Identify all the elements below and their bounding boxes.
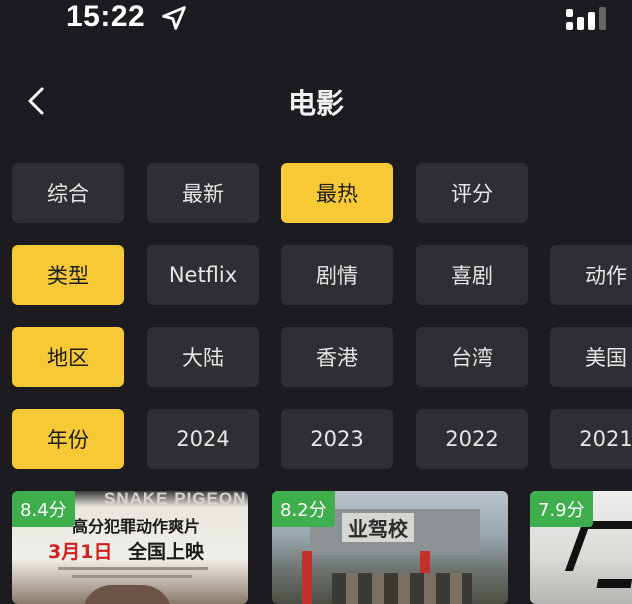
region-chip-taiwan[interactable]: 台湾	[416, 327, 528, 387]
movie-card[interactable]: SNAKE PIGEON 高分犯罪动作爽片 3月1日 全国上映 8.4分	[12, 491, 248, 604]
region-row-label: 地区	[12, 327, 124, 387]
type-chip-netflix[interactable]: Netflix	[147, 245, 259, 305]
movie-card[interactable]: 业驾校 8.2分	[272, 491, 508, 604]
status-time: 15:22	[66, 0, 146, 33]
sort-chip-comprehensive[interactable]: 综合	[12, 163, 124, 223]
sort-chip-rating[interactable]: 评分	[416, 163, 528, 223]
poster-banner	[302, 551, 312, 604]
sort-chip-hottest[interactable]: 最热	[281, 163, 393, 223]
type-chip-action[interactable]: 动作	[550, 245, 632, 305]
region-filter-row: 地区 大陆 香港 台湾 美国	[0, 327, 632, 387]
score-badge: 7.9分	[530, 491, 593, 527]
poster-sign: 业驾校	[342, 513, 414, 542]
year-chip-2023[interactable]: 2023	[281, 409, 393, 469]
poster-credits	[72, 575, 192, 578]
region-chip-usa[interactable]: 美国	[550, 327, 632, 387]
location-arrow-icon	[162, 6, 186, 30]
sort-filter-row: 综合 最新 最热 评分	[0, 163, 632, 223]
movie-grid: SNAKE PIGEON 高分犯罪动作爽片 3月1日 全国上映 8.4分 业驾校…	[0, 491, 632, 604]
poster-title: SNAKE PIGEON	[104, 491, 247, 508]
poster-tagline: 高分犯罪动作爽片	[72, 517, 201, 536]
year-filter-row: 年份 2024 2023 2022 2021	[0, 409, 632, 469]
year-chip-2021[interactable]: 2021	[550, 409, 632, 469]
poster-release-date: 3月1日	[48, 541, 113, 563]
region-chip-hongkong[interactable]: 香港	[281, 327, 393, 387]
page-title: 电影	[287, 87, 344, 120]
score-badge: 8.2分	[272, 491, 335, 527]
year-chip-2022[interactable]: 2022	[416, 409, 528, 469]
score-badge: 8.4分	[12, 491, 75, 527]
type-filter-row: 类型 Netflix 剧情 喜剧 动作	[0, 245, 632, 305]
year-row-label: 年份	[12, 409, 124, 469]
region-chip-mainland[interactable]: 大陆	[147, 327, 259, 387]
type-chip-drama[interactable]: 剧情	[281, 245, 393, 305]
sort-chip-latest[interactable]: 最新	[147, 163, 259, 223]
movie-card[interactable]: 7.9分	[530, 491, 632, 604]
poster-figures	[332, 573, 472, 604]
type-chip-comedy[interactable]: 喜剧	[416, 245, 528, 305]
poster-calligraphy	[596, 549, 632, 588]
type-row-label: 类型	[12, 245, 124, 305]
status-bar: 15:22	[0, 0, 632, 40]
poster-release-text: 全国上映	[128, 541, 205, 563]
poster-credits	[58, 567, 208, 570]
cellular-signal-icon	[566, 7, 606, 30]
year-chip-2024[interactable]: 2024	[147, 409, 259, 469]
